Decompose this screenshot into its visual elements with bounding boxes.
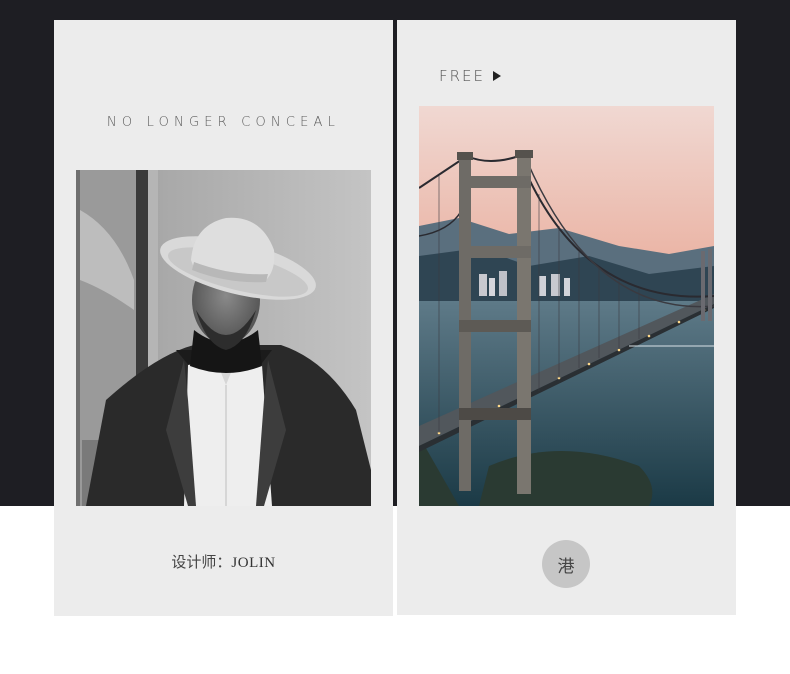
designer-name: JOLIN bbox=[231, 555, 276, 571]
portrait-photo bbox=[76, 170, 371, 506]
designer-card: NO LONGER CONCEAL 设计师：JOLIN bbox=[54, 20, 393, 616]
tagline: NO LONGER CONCEAL bbox=[106, 115, 341, 130]
free-label: FREE bbox=[439, 67, 486, 85]
city-card: FREE 港 bbox=[397, 20, 736, 615]
city-badge: 港 bbox=[542, 540, 590, 588]
designer-credit: 设计师：JOLIN bbox=[54, 551, 393, 572]
bridge-photo bbox=[419, 106, 714, 506]
play-icon bbox=[493, 70, 502, 81]
free-play-link[interactable]: FREE bbox=[439, 67, 502, 85]
page: NO LONGER CONCEAL 设计师：JOLIN FREE 港 bbox=[0, 0, 790, 674]
designer-label: 设计师： bbox=[171, 554, 232, 571]
